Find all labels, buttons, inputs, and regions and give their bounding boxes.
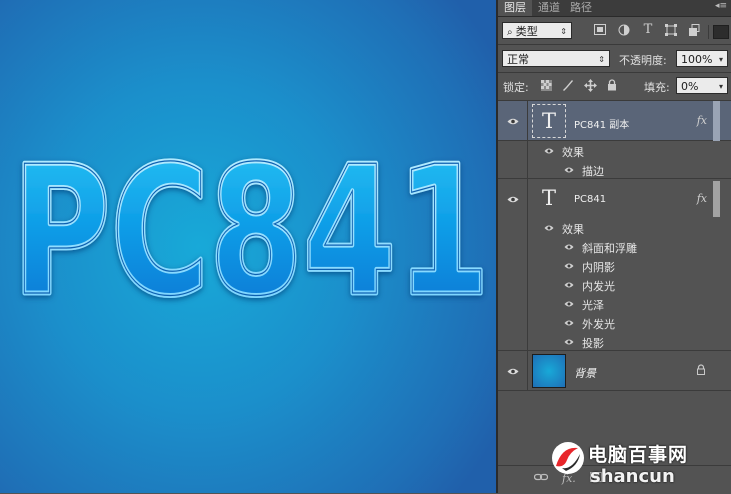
filter-separator	[708, 25, 709, 39]
effect-eye-icon[interactable]	[564, 338, 574, 346]
layer-pc841[interactable]: T PC841 fx ▾	[498, 179, 731, 219]
pixel-layer-filter-icon[interactable]	[593, 24, 607, 38]
effect-eye-icon[interactable]	[564, 243, 574, 251]
effect-drop-shadow[interactable]: 投影	[582, 335, 604, 351]
opacity-input[interactable]: 100% ▾	[676, 50, 728, 67]
watermark-title: 电脑百事网	[588, 444, 689, 466]
layer-pc841-copy[interactable]: T PC841 副本 fx ▾	[498, 101, 731, 141]
blend-mode-dropdown[interactable]: 正常 ⇕	[502, 50, 610, 67]
smart-object-filter-icon[interactable]	[687, 24, 701, 38]
tab-layers[interactable]: 图层	[498, 0, 532, 16]
effects-eye-icon[interactable]	[544, 147, 554, 155]
fill-value: 0%	[681, 80, 699, 93]
filter-search-icon: ⌕	[507, 27, 516, 38]
effects-eye-icon[interactable]	[544, 224, 554, 232]
fill-input[interactable]: 0% ▾	[676, 77, 728, 94]
dropdown-arrow-icon: ▾	[718, 55, 723, 64]
filter-row: ⌕ 类型 ⇕ T	[498, 20, 731, 44]
text-layer-icon: T	[541, 186, 556, 210]
separator	[498, 72, 731, 73]
document-canvas[interactable]: PC841 PC841	[0, 0, 496, 493]
filter-toggle[interactable]	[713, 25, 729, 39]
panel-menu-icon[interactable]: ◂≡	[715, 1, 727, 11]
dropdown-arrows-icon: ⇕	[560, 27, 567, 36]
fill-label: 填充:	[644, 81, 670, 94]
blend-row: 正常 ⇕ 不透明度: 100% ▾	[498, 47, 731, 71]
lock-row: 锁定: 填充: 0% ▾	[498, 75, 731, 99]
watermark-subtitle: shancun	[590, 466, 675, 487]
layer-divider	[527, 351, 528, 391]
layer-divider	[527, 101, 528, 141]
canvas-text-inner-stroke: PC841	[12, 128, 490, 335]
lock-transparent-pixels-icon[interactable]	[539, 80, 553, 94]
visibility-eye-icon[interactable]	[507, 367, 519, 376]
link-layers-icon[interactable]	[533, 472, 549, 485]
layer-effects-group-1: 效果 描边	[498, 141, 731, 179]
layer-divider	[527, 179, 528, 219]
dropdown-arrows-icon: ⇕	[598, 55, 605, 64]
effect-stroke[interactable]: 描边	[582, 163, 604, 179]
filter-kind-label: 类型	[515, 25, 538, 38]
tab-paths[interactable]: 路径	[564, 0, 598, 16]
layer-scroll-thumb[interactable]	[713, 181, 720, 217]
effect-bevel-emboss[interactable]: 斜面和浮雕	[582, 240, 637, 256]
lock-icon	[696, 364, 706, 378]
watermark-logo-icon	[552, 442, 584, 474]
effects-label: 效果	[562, 223, 584, 236]
shape-layer-filter-icon[interactable]	[664, 24, 678, 38]
effect-eye-icon[interactable]	[564, 262, 574, 270]
visibility-eye-icon[interactable]	[507, 117, 519, 126]
effect-outer-glow[interactable]: 外发光	[582, 316, 615, 332]
blend-mode-value: 正常	[507, 53, 529, 66]
visibility-eye-icon[interactable]	[507, 195, 519, 204]
adjustment-layer-filter-icon[interactable]	[617, 24, 631, 38]
watermark: 电脑百事网 shancun	[548, 438, 731, 493]
tab-channels[interactable]: 通道	[532, 0, 566, 16]
opacity-value: 100%	[681, 53, 713, 66]
layer-background[interactable]: 背景	[498, 351, 731, 391]
effect-eye-icon[interactable]	[564, 319, 574, 327]
lock-all-icon[interactable]	[605, 79, 619, 93]
effect-eye-icon[interactable]	[564, 281, 574, 289]
fx-icon[interactable]: fx	[697, 192, 707, 205]
lock-position-icon[interactable]	[583, 79, 597, 93]
dropdown-arrow-icon: ▾	[718, 82, 723, 91]
effect-satin[interactable]: 光泽	[582, 297, 604, 313]
effect-eye-icon[interactable]	[564, 300, 574, 308]
background-thumbnail	[532, 354, 566, 388]
layer-divider	[527, 141, 528, 179]
fx-icon[interactable]: fx	[697, 114, 707, 127]
layer-name: PC841	[574, 194, 607, 205]
canvas-art: PC841 PC841	[10, 126, 493, 338]
lock-label: 锁定:	[503, 81, 529, 94]
lock-image-pixels-icon[interactable]	[561, 79, 575, 93]
separator	[498, 44, 731, 45]
effect-inner-glow[interactable]: 内发光	[582, 278, 615, 294]
layer-effects-group-2: 效果 斜面和浮雕 内阴影 内发光 光泽 外发光 投影	[498, 219, 731, 351]
type-layer-filter-icon[interactable]: T	[641, 23, 655, 37]
text-layer-icon: T	[532, 104, 566, 138]
layer-divider	[527, 219, 528, 351]
filter-kind-dropdown[interactable]: ⌕ 类型 ⇕	[502, 22, 572, 39]
effects-label: 效果	[562, 146, 584, 159]
panel-tabs: 图层 通道 路径 ◂≡	[498, 0, 731, 17]
layer-name: 背景	[574, 367, 596, 380]
layers-panel: 图层 通道 路径 ◂≡ ⌕ 类型 ⇕ T 正常 ⇕ 不透明度: 100% ▾ 锁…	[498, 0, 731, 494]
layer-name: PC841 副本	[574, 120, 630, 131]
opacity-label: 不透明度:	[619, 54, 667, 67]
panel-scrollbar-thumb[interactable]	[713, 101, 720, 141]
effect-inner-shadow[interactable]: 内阴影	[582, 259, 615, 275]
effect-eye-icon[interactable]	[564, 166, 574, 174]
